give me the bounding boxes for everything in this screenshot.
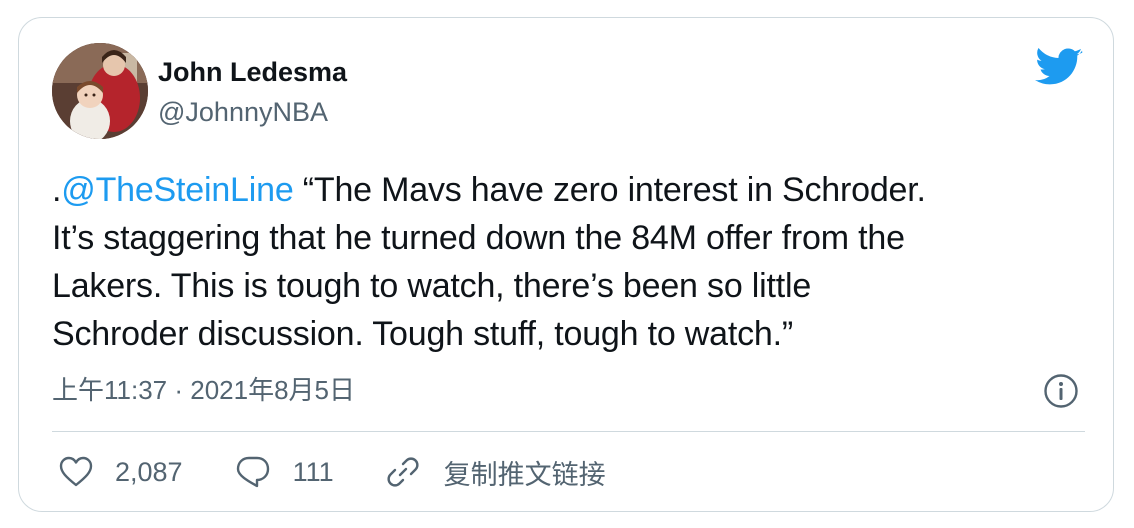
tweet-line-4: Schroder discussion. Tough stuff, tough …: [52, 315, 793, 353]
divider: [52, 431, 1085, 432]
copy-link-button[interactable]: 复制推文链接: [386, 453, 606, 492]
tweet-card[interactable]: John Ledesma @JohnnyNBA .@TheSteinLine “…: [18, 17, 1114, 512]
reply-bubble-icon: [236, 456, 269, 488]
info-icon[interactable]: [1043, 373, 1079, 409]
author-handle[interactable]: @JohnnyNBA: [158, 96, 328, 128]
tweet-prefix: .: [52, 171, 62, 209]
avatar[interactable]: [52, 43, 148, 139]
tweet-text: .@TheSteinLine “The Mavs have zero inter…: [52, 166, 1092, 358]
avatar-photo: [52, 43, 148, 139]
author-name[interactable]: John Ledesma: [158, 56, 347, 88]
tweet-line-1-text: “The Mavs have zero interest in Schroder…: [293, 171, 926, 209]
tweet-line-3: Lakers. This is tough to watch, there’s …: [52, 267, 812, 305]
mention-link[interactable]: @TheSteinLine: [61, 171, 293, 209]
like-button[interactable]: 2,087: [59, 456, 183, 488]
heart-icon: [59, 456, 93, 487]
reply-button[interactable]: 111: [235, 455, 334, 489]
link-icon: [387, 457, 419, 487]
tweet-line-1: .@TheSteinLine “The Mavs have zero inter…: [52, 166, 1092, 214]
tweet-line-2: It’s staggering that he turned down the …: [52, 219, 905, 257]
reply-count: 111: [292, 456, 334, 487]
tweet-actions: 2,087 111 复制推文链接: [59, 450, 658, 494]
like-count: 2,087: [115, 456, 183, 487]
tweet-timestamp[interactable]: 上午11:37 · 2021年8月5日: [52, 373, 355, 407]
twitter-bird-icon[interactable]: [1035, 47, 1083, 88]
copy-link-label: 复制推文链接: [443, 459, 606, 490]
